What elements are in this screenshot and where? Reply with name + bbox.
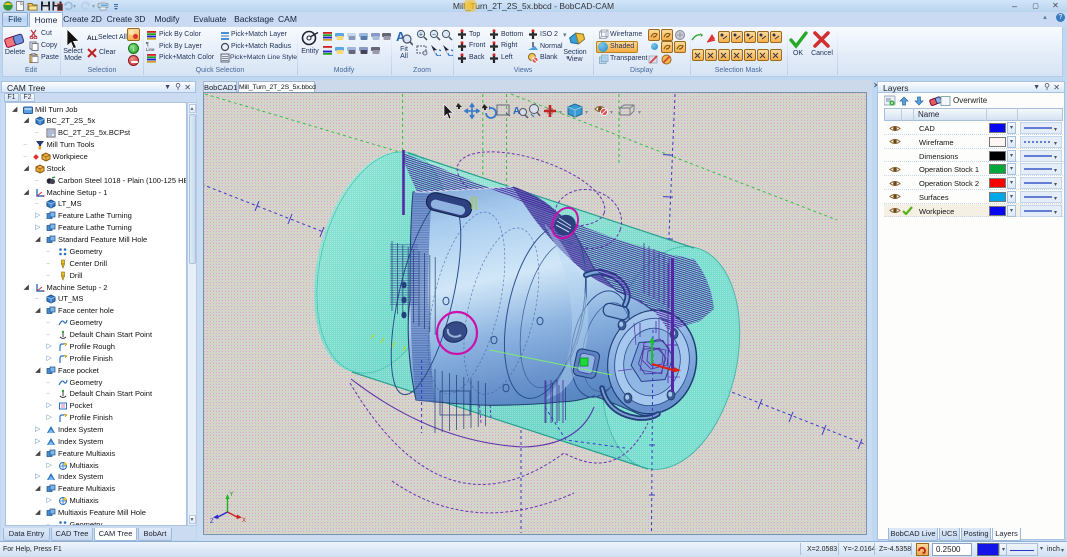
svg-text:+: +	[419, 32, 423, 39]
svg-text:▾: ▾	[1054, 210, 1057, 216]
svg-text:▾: ▾	[559, 110, 562, 116]
svg-text:▾: ▾	[1054, 168, 1057, 174]
svg-text:▾: ▾	[638, 110, 641, 116]
svg-text:▾: ▾	[1054, 196, 1057, 202]
svg-text:ALL: ALL	[87, 35, 98, 42]
svg-text:Y: Y	[230, 492, 234, 498]
svg-text:Line: Line	[146, 47, 155, 52]
svg-text:▾: ▾	[1054, 141, 1057, 147]
svg-text:▾: ▾	[610, 110, 613, 116]
svg-text:X: X	[242, 518, 246, 524]
svg-text:▾: ▾	[1054, 155, 1057, 161]
svg-text:Z: Z	[210, 519, 214, 525]
svg-text:▾: ▾	[1054, 182, 1057, 188]
svg-text:▾: ▾	[585, 110, 588, 116]
svg-text:−: −	[432, 32, 436, 39]
svg-text:▾: ▾	[1054, 127, 1057, 133]
